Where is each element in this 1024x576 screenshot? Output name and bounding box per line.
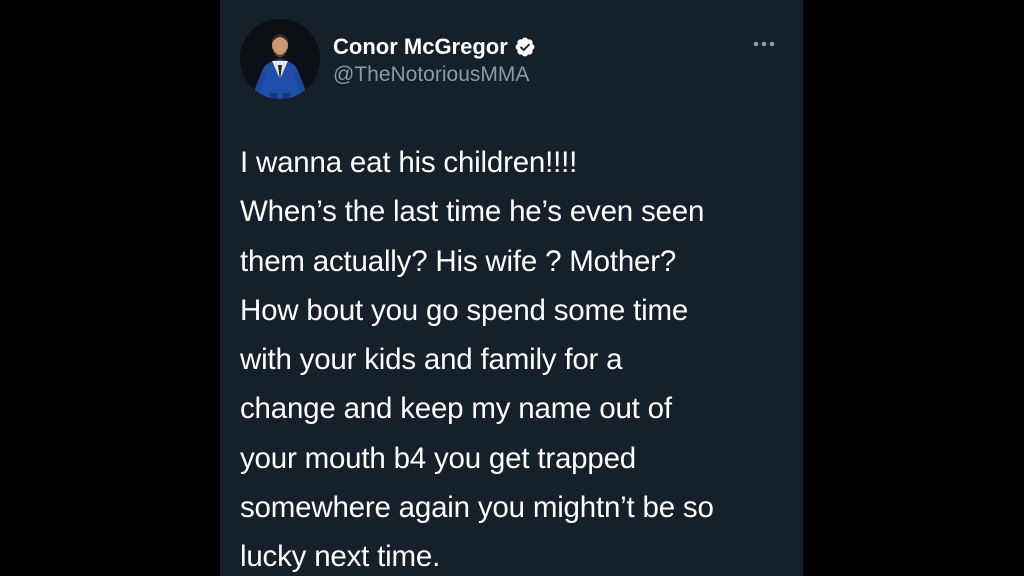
tweet-text: I wanna eat his children!!!! When’s the … — [240, 138, 800, 576]
tweet-text-line: them actually? His wife ? Mother? — [240, 244, 677, 278]
tweet-card: Conor McGregor @TheNotoriousMMA I wanna … — [220, 0, 803, 576]
tweet-text-line: your mouth b4 you get trapped — [240, 441, 636, 475]
tweet-text-line: somewhere again you mightn’t be so — [240, 491, 714, 525]
tweet-text-line: When’s the last time he’s even seen — [240, 195, 705, 229]
tweet-text-line: I wanna eat his children!!!! — [240, 146, 578, 179]
tweet-text-line: with your kids and family for a — [240, 343, 623, 377]
avatar[interactable] — [240, 19, 320, 99]
verified-badge-icon — [514, 36, 536, 58]
author-name-row: Conor McGregor — [333, 32, 536, 62]
tweet-text-line: How bout you go spend some time — [240, 293, 689, 327]
author-handle[interactable]: @TheNotoriousMMA — [333, 62, 529, 88]
tweet-text-line: change and keep my name out of — [240, 392, 672, 426]
tweet-text-line: lucky next time. — [240, 540, 441, 574]
more-horizontal-icon — [753, 41, 775, 47]
more-options-button[interactable] — [748, 32, 780, 56]
avatar-image — [240, 19, 320, 99]
author-display-name[interactable]: Conor McGregor — [333, 34, 508, 60]
